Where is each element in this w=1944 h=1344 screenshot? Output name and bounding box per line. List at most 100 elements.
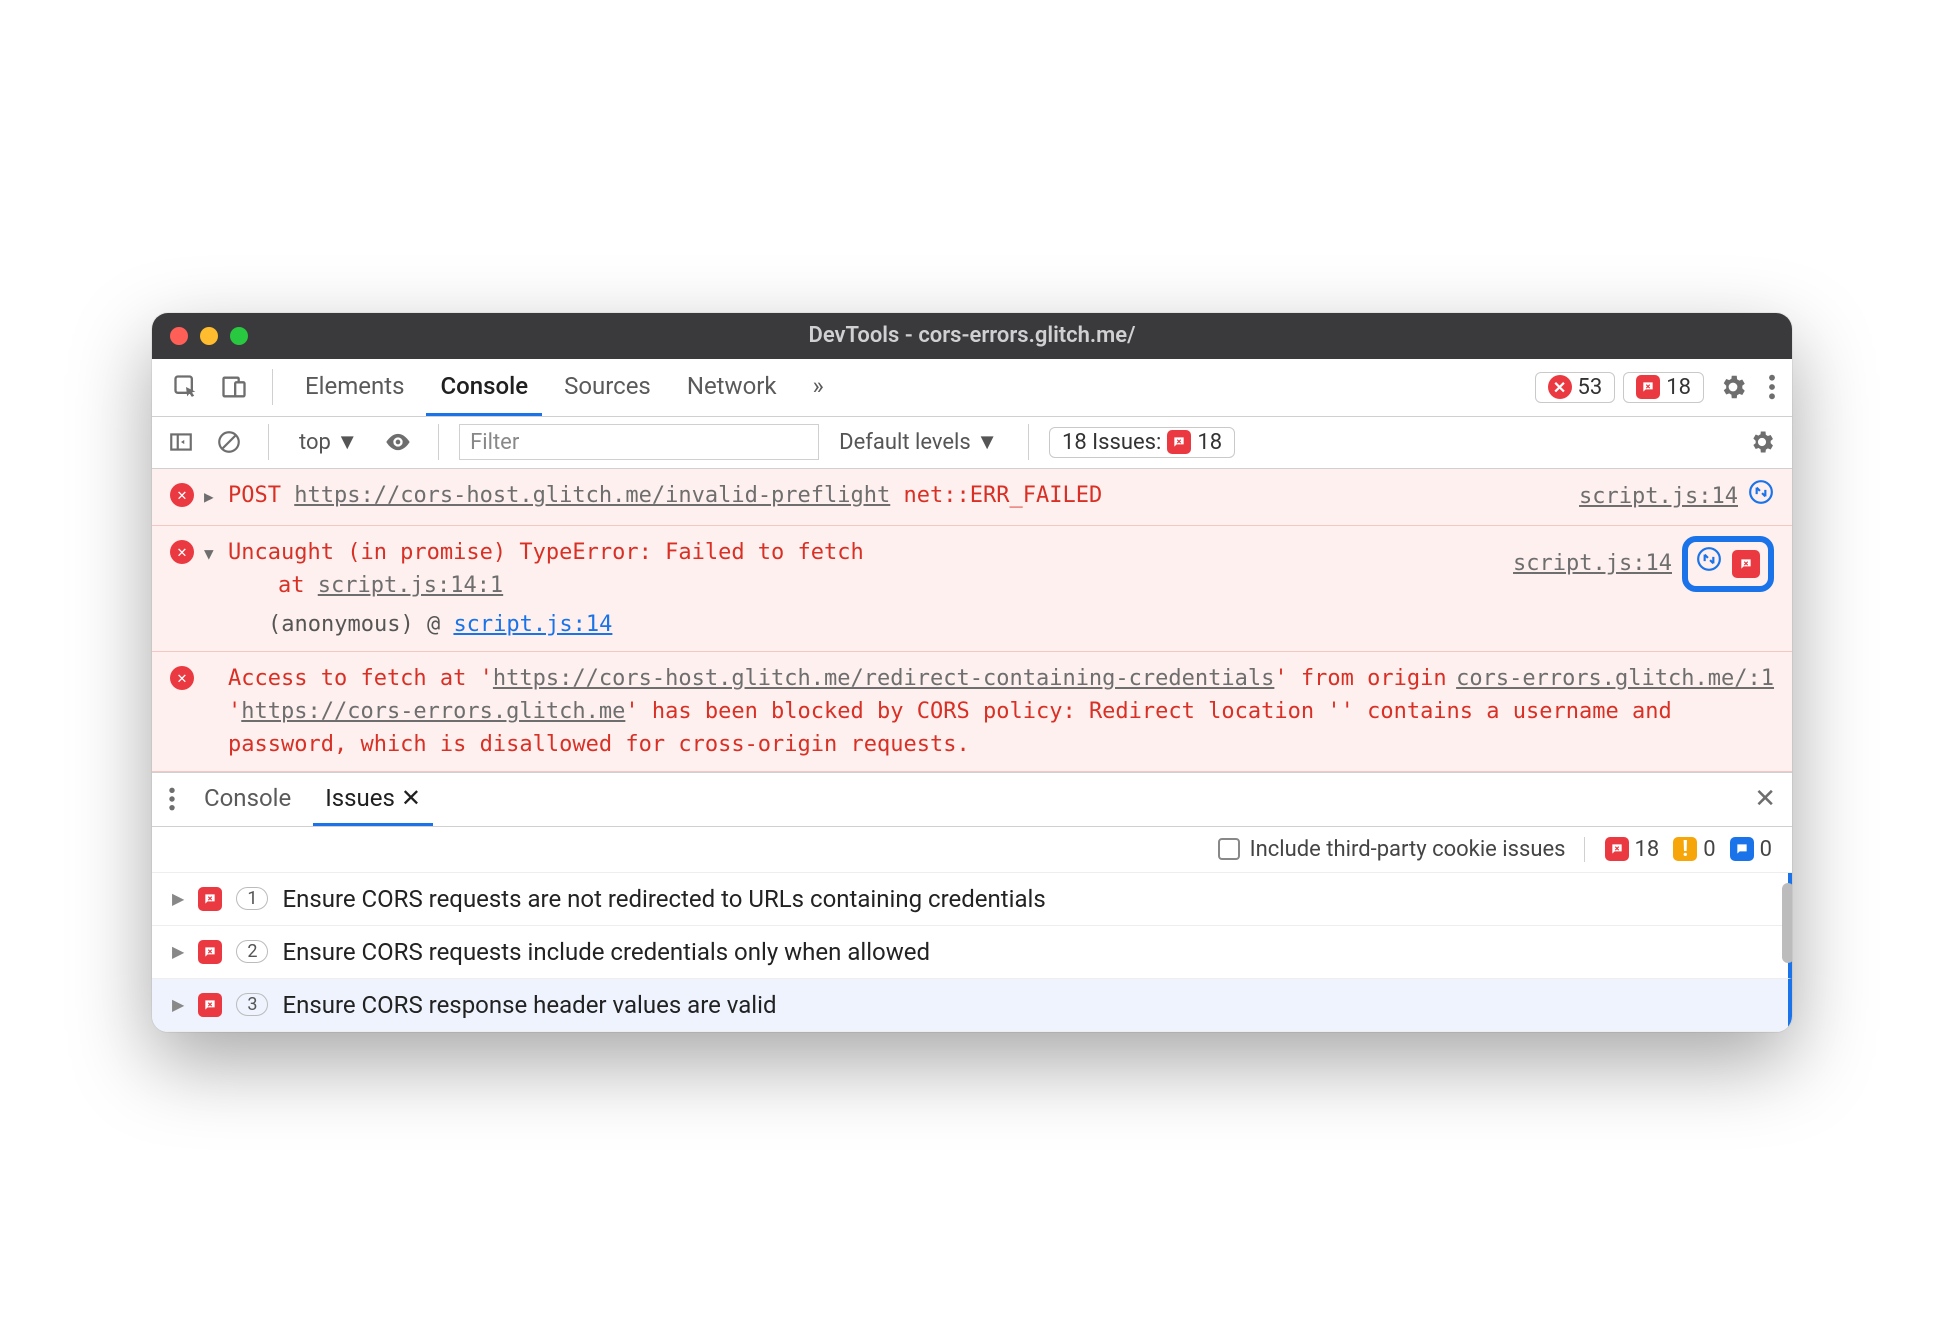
separator	[268, 424, 269, 460]
close-window-button[interactable]	[170, 327, 188, 345]
tab-network[interactable]: Network	[673, 359, 791, 416]
network-request-icon[interactable]	[1696, 546, 1722, 582]
filter-placeholder: Filter	[470, 430, 519, 455]
filter-input[interactable]: Filter	[459, 424, 819, 460]
origin-url[interactable]: https://cors-errors.glitch.me	[241, 699, 625, 724]
settings-icon[interactable]	[1712, 366, 1754, 408]
at-label: at	[278, 573, 305, 598]
disclosure-placeholder	[204, 662, 218, 668]
issues-list: ▶ 1 Ensure CORS requests are not redirec…	[152, 873, 1792, 1032]
issue-occurrences: 2	[236, 940, 268, 963]
minimize-window-button[interactable]	[200, 327, 218, 345]
disclosure-open-icon[interactable]: ▼	[204, 536, 218, 566]
blocked-url[interactable]: https://cors-host.glitch.me/redirect-con…	[493, 666, 1274, 691]
disclosure-closed-icon[interactable]: ▶	[204, 479, 218, 509]
include-third-party-checkbox[interactable]: Include third-party cookie issues	[1218, 837, 1566, 862]
close-drawer-icon[interactable]: ✕	[1748, 778, 1782, 820]
window-controls	[170, 327, 248, 345]
issues-label: 18 Issues:	[1062, 430, 1161, 455]
info-icon	[1730, 837, 1754, 861]
tab-elements[interactable]: Elements	[291, 359, 418, 416]
message-body: POST https://cors-host.glitch.me/invalid…	[228, 479, 1553, 512]
text-segment: Access to fetch at '	[228, 666, 493, 691]
close-tab-icon[interactable]: ✕	[401, 784, 421, 812]
issues-count: 18	[1197, 430, 1222, 455]
console-settings-icon[interactable]	[1742, 422, 1782, 462]
issue-title: Ensure CORS response header values are v…	[282, 991, 776, 1019]
inspect-element-icon[interactable]	[166, 367, 206, 407]
issue-counts: 18 ! 0 0	[1584, 837, 1772, 862]
separator	[1028, 424, 1029, 460]
main-tabstrip: Elements Console Sources Network » ✕ 53 …	[152, 359, 1792, 417]
error-code: net::ERR_FAILED	[904, 483, 1103, 508]
console-output: ✕ ▶ POST https://cors-host.glitch.me/inv…	[152, 469, 1792, 772]
console-toolbar: top ▼ Filter Default levels ▼ 18 Issues:…	[152, 417, 1792, 469]
count-text: 0	[1760, 837, 1772, 862]
tab-sources[interactable]: Sources	[550, 359, 665, 416]
issue-title: Ensure CORS requests include credentials…	[282, 938, 930, 966]
source-link[interactable]: script.js:14	[1579, 480, 1738, 513]
checkbox-label: Include third-party cookie issues	[1250, 837, 1566, 862]
scrollbar-thumb[interactable]	[1782, 883, 1792, 963]
error-count: 53	[1578, 375, 1603, 400]
console-error-message[interactable]: ✕ cors-errors.glitch.me/:1 Access to fet…	[152, 652, 1792, 772]
drawer-panel: Console Issues ✕ ✕ Include third-party c…	[152, 772, 1792, 1032]
message-source: script.js:14	[1563, 479, 1774, 515]
levels-selector[interactable]: Default levels ▼	[829, 425, 1008, 459]
count-text: 18	[1635, 837, 1660, 862]
chevron-right-icon: ▶	[172, 889, 184, 908]
issue-icon	[1605, 837, 1629, 861]
device-toggle-icon[interactable]	[214, 367, 254, 407]
issue-row[interactable]: ▶ 2 Ensure CORS requests include credent…	[152, 926, 1792, 979]
issue-row[interactable]: ▶ 1 Ensure CORS requests are not redirec…	[152, 873, 1792, 926]
console-error-message[interactable]: ✕ ▼ Uncaught (in promise) TypeError: Fai…	[152, 526, 1792, 652]
warning-issues-count[interactable]: ! 0	[1673, 837, 1715, 862]
tab-console[interactable]: Console	[426, 359, 542, 416]
live-expression-icon[interactable]	[378, 422, 418, 462]
info-issues-count[interactable]: 0	[1730, 837, 1772, 862]
error-icon: ✕	[170, 666, 194, 690]
issue-icon	[198, 887, 222, 911]
error-issues-count[interactable]: 18	[1605, 837, 1660, 862]
issue-icon	[198, 993, 222, 1017]
issues-filter-bar: Include third-party cookie issues 18 ! 0…	[152, 827, 1792, 873]
http-method: POST	[228, 483, 281, 508]
checkbox-icon	[1218, 838, 1240, 860]
count-text: 0	[1703, 837, 1715, 862]
separator	[272, 369, 273, 405]
network-request-icon[interactable]	[1748, 479, 1774, 515]
issue-icon	[1636, 375, 1660, 399]
chevron-right-icon: ▶	[172, 942, 184, 961]
message-body: Uncaught (in promise) TypeError: Failed …	[228, 536, 1487, 641]
error-icon: ✕	[170, 540, 194, 564]
drawer-tab-issues[interactable]: Issues ✕	[313, 773, 433, 826]
more-icon[interactable]	[1762, 367, 1782, 407]
stack-source-link[interactable]: script.js:14:1	[318, 573, 503, 598]
console-error-message[interactable]: ✕ ▶ POST https://cors-host.glitch.me/inv…	[152, 469, 1792, 526]
console-sidebar-toggle-icon[interactable]	[162, 423, 200, 461]
issue-count-badge[interactable]: 18	[1623, 372, 1704, 403]
drawer-more-icon[interactable]	[162, 780, 182, 818]
message-source: script.js:14	[1497, 536, 1774, 592]
tabs-overflow-button[interactable]: »	[799, 359, 838, 416]
maximize-window-button[interactable]	[230, 327, 248, 345]
error-count-badge[interactable]: ✕ 53	[1535, 372, 1616, 403]
issue-title: Ensure CORS requests are not redirected …	[282, 885, 1045, 913]
drawer-tab-label: Issues	[325, 784, 395, 812]
issue-icon	[198, 940, 222, 964]
issue-row[interactable]: ▶ 3 Ensure CORS response header values a…	[152, 979, 1792, 1032]
message-body: cors-errors.glitch.me/:1 Access to fetch…	[228, 662, 1774, 761]
issues-summary-button[interactable]: 18 Issues: 18	[1049, 427, 1235, 458]
error-icon: ✕	[170, 483, 194, 507]
clear-console-icon[interactable]	[210, 423, 248, 461]
devtools-window: DevTools - cors-errors.glitch.me/ Elemen…	[152, 313, 1792, 1032]
issue-icon[interactable]	[1732, 550, 1760, 578]
stack-source-link[interactable]: script.js:14	[453, 612, 612, 637]
context-selector[interactable]: top ▼	[289, 425, 368, 459]
drawer-tab-console[interactable]: Console	[192, 773, 303, 826]
source-link[interactable]: cors-errors.glitch.me/:1	[1456, 662, 1774, 695]
issue-occurrences: 3	[236, 993, 268, 1016]
request-url[interactable]: https://cors-host.glitch.me/invalid-pref…	[294, 483, 890, 508]
source-link[interactable]: script.js:14	[1513, 547, 1672, 580]
highlighted-icons	[1682, 536, 1774, 592]
